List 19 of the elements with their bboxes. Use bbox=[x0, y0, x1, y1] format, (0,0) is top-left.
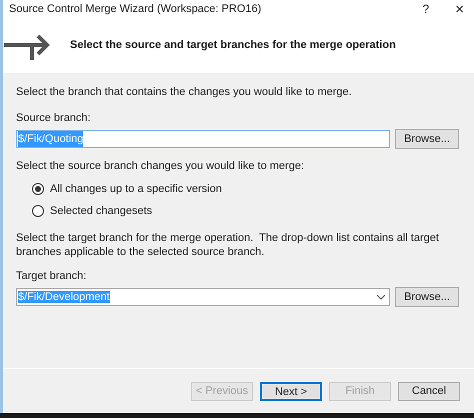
changes-instruction: Select the source branch changes you would like to merge: bbox=[16, 159, 305, 174]
close-button[interactable]: × bbox=[455, 2, 464, 16]
browse-button[interactable]: Browse... bbox=[395, 287, 459, 307]
help-button[interactable]: ? bbox=[422, 0, 430, 18]
chevron-down-icon bbox=[377, 294, 385, 300]
page-heading: Select the source and target branches for the merge operation bbox=[70, 38, 396, 54]
wizard-button[interactable]: Next > bbox=[260, 382, 322, 400]
radio-button[interactable] bbox=[32, 205, 44, 218]
radio-option[interactable]: Selected changesets bbox=[32, 203, 461, 220]
arrow-icon bbox=[4, 32, 52, 60]
target-instruction: Select the target branch for the merge operation. The drop-down list contains all target branches applicable to the selected source branch. bbox=[16, 230, 440, 258]
radio-option[interactable]: All changes up to a specific version bbox=[32, 180, 461, 197]
window-title: Source Control Merge Wizard (Workspace: PRO16) bbox=[9, 2, 262, 17]
radio-button[interactable] bbox=[32, 182, 44, 195]
wizard-button[interactable]: Cancel bbox=[398, 382, 460, 400]
source-label: Source branch: bbox=[16, 110, 92, 126]
target-label: Target branch: bbox=[16, 268, 88, 284]
source-instruction: Select the branch that contains the changes you would like to merge. bbox=[16, 85, 353, 100]
browse-button[interactable]: Browse... bbox=[395, 129, 459, 149]
